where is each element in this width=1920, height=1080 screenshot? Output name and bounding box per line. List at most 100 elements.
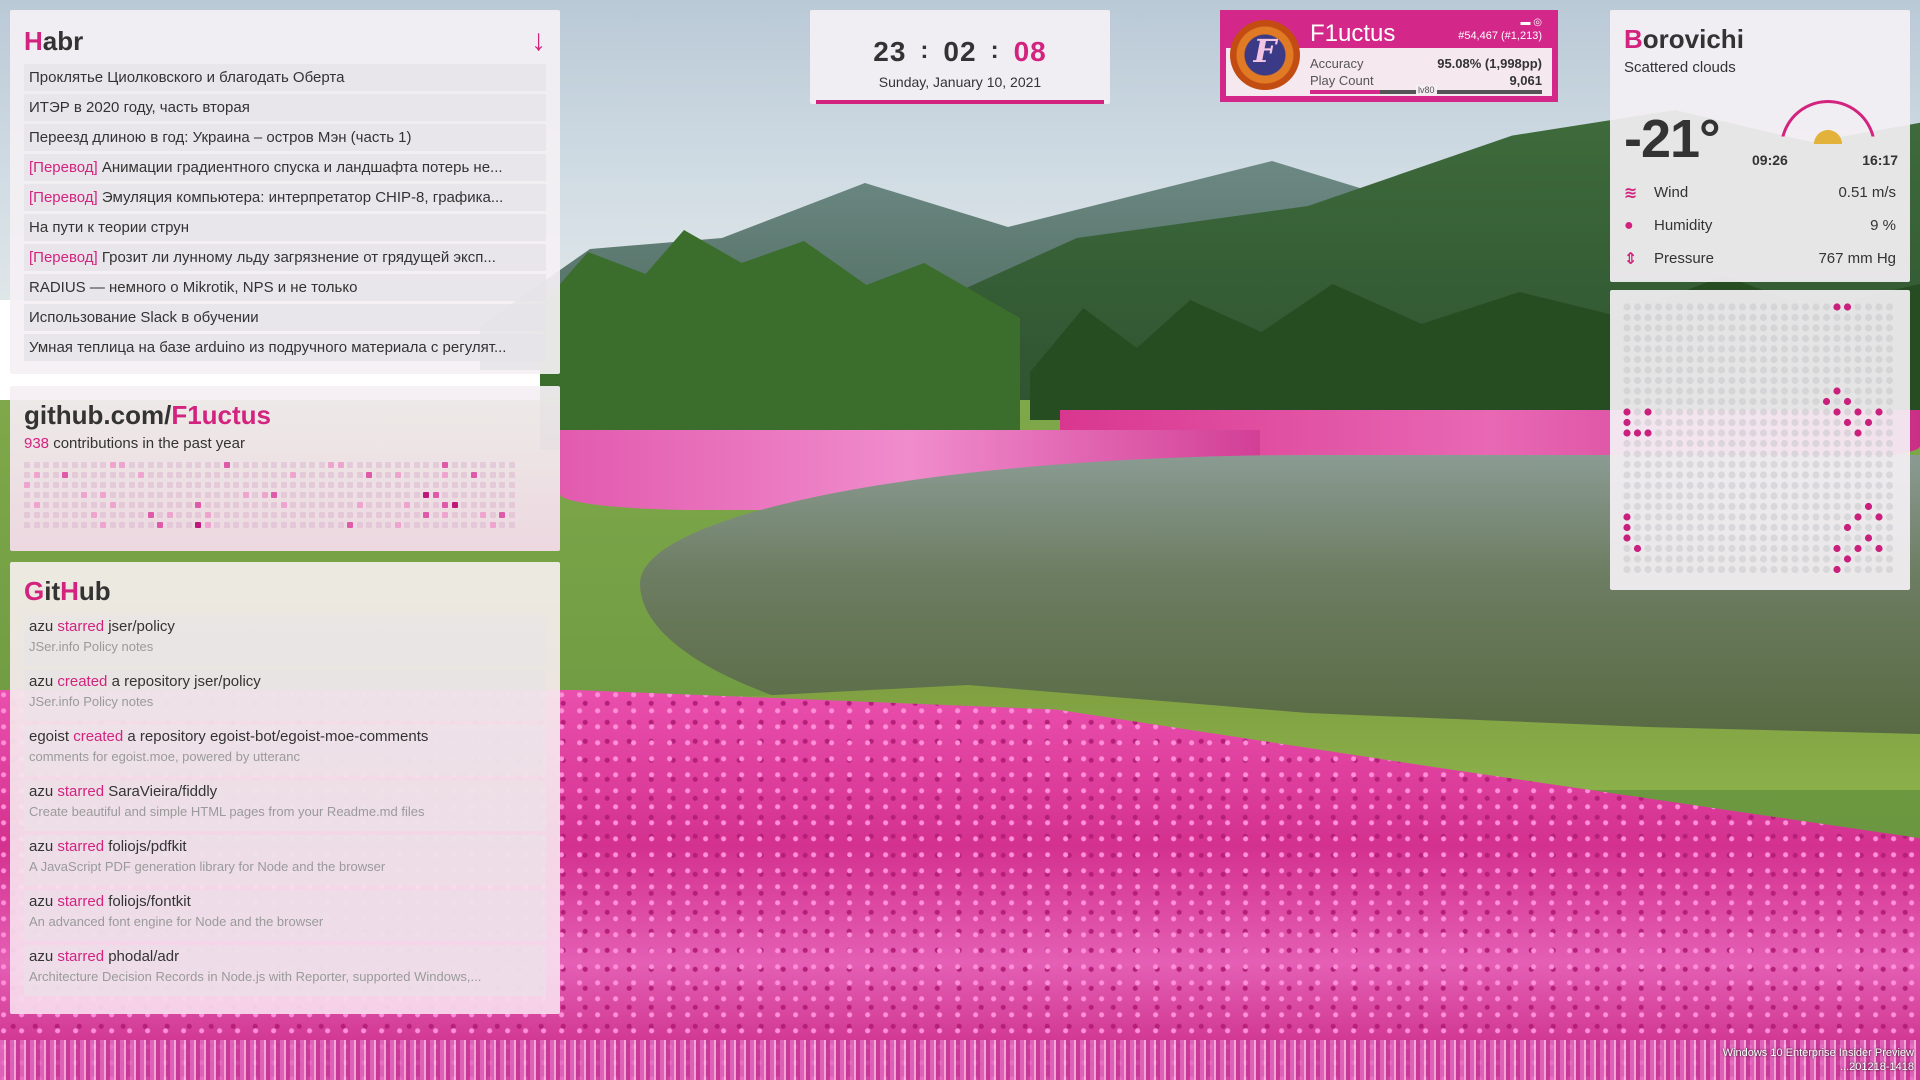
feed-action: starred: [57, 838, 105, 855]
contribution-cell: [404, 462, 410, 468]
contributions-suffix: contributions in the past year: [53, 435, 245, 452]
feed-event-item[interactable]: azu starred jser/policy JSer.info Policy …: [24, 615, 546, 666]
habr-article-item[interactable]: RADIUS — немного о Mikrotik, NPS и не то…: [24, 274, 546, 301]
matrix-dot: [1728, 481, 1736, 490]
matrix-dot: [1885, 534, 1894, 542]
habr-article-item[interactable]: [Перевод] Грозит ли лунному льду загрязн…: [24, 244, 546, 271]
matrix-dot: [1644, 324, 1652, 332]
matrix-dot: [1633, 376, 1642, 385]
matrix-dot: [1854, 513, 1862, 521]
matrix-dot: [1770, 523, 1778, 532]
matrix-dot: [1833, 429, 1841, 437]
contribution-cell: [280, 522, 287, 528]
contribution-cell: [470, 462, 477, 468]
matrix-dot: [1843, 544, 1852, 553]
matrix-dot: [1654, 555, 1663, 563]
habr-article-item[interactable]: [Перевод] Анимации градиентного спуска и…: [24, 154, 546, 181]
habr-article-item[interactable]: ИТЭР в 2020 году, часть вторая: [24, 94, 546, 121]
habr-article-item[interactable]: Переезд длиною в год: Украина – остров М…: [24, 124, 546, 151]
matrix-dot: [1864, 492, 1873, 500]
contribution-cell: [204, 492, 211, 498]
matrix-dot: [1686, 366, 1694, 374]
arrow-down-icon[interactable]: ↓: [531, 26, 546, 56]
weather-condition: Scattered clouds: [1624, 59, 1736, 76]
matrix-dot: [1854, 387, 1862, 395]
matrix-dot: [1780, 324, 1789, 332]
contribution-cell: [109, 462, 116, 468]
habr-article-item[interactable]: На пути к теории струн: [24, 214, 546, 241]
contribution-cell: [489, 462, 496, 468]
feed-event-item[interactable]: azu starred SaraVieira/fiddly Create beau…: [24, 780, 546, 831]
contribution-cell: [138, 512, 144, 518]
matrix-dot: [1801, 355, 1810, 364]
matrix-dot: [1812, 513, 1820, 521]
matrix-dot: [1644, 534, 1652, 542]
habr-article-item[interactable]: [Перевод] Эмуляция компьютера: интерпрет…: [24, 184, 546, 211]
feed-user: azu: [29, 618, 54, 635]
matrix-dot: [1759, 513, 1768, 521]
clock-separator: :: [990, 37, 1000, 64]
feed-event-item[interactable]: azu starred phodal/adr Architecture Decis…: [24, 945, 546, 996]
feed-event-item[interactable]: egoist created a repository egoist-bot/e…: [24, 725, 546, 776]
matrix-dot: [1791, 460, 1799, 469]
feed-event-line: azu starred foliojs/pdfkit: [29, 838, 541, 855]
contribution-cell: [328, 462, 334, 468]
matrix-dot: [1812, 471, 1820, 479]
matrix-dot: [1749, 376, 1757, 385]
matrix-dot: [1749, 492, 1757, 500]
feed-event-item[interactable]: azu starred foliojs/pdfkit A JavaScript P…: [24, 835, 546, 886]
article-title: ИТЭР в 2020 году, часть вторая: [29, 99, 250, 116]
matrix-dot: [1864, 534, 1873, 542]
contribution-cell: [100, 482, 106, 488]
contribution-cell: [195, 482, 201, 488]
contribution-cell: [214, 502, 220, 508]
matrix-dot: [1833, 565, 1841, 574]
contribution-cell: [385, 512, 391, 518]
contribution-cell: [100, 502, 106, 508]
habr-article-item[interactable]: Использование Slack в обучении: [24, 304, 546, 331]
matrix-dot: [1854, 544, 1862, 553]
matrix-dot: [1812, 397, 1820, 406]
contribution-cell: [252, 482, 258, 488]
matrix-dot: [1791, 439, 1799, 448]
feed-user: azu: [29, 948, 54, 965]
osu-level-label: lv80: [1416, 85, 1437, 95]
matrix-dot: [1843, 450, 1852, 458]
contribution-cell: [195, 492, 201, 498]
matrix-dot: [1696, 418, 1705, 427]
contribution-cell: [271, 522, 277, 528]
matrix-dot: [1644, 471, 1652, 479]
matrix-dot: [1801, 418, 1810, 427]
habr-article-item[interactable]: Умная теплица на базе arduino из подручн…: [24, 334, 546, 361]
contribution-cell: [280, 482, 287, 488]
github-contributions-widget: github.com/F1uctus 938 contributions in …: [10, 386, 560, 551]
feed-event-item[interactable]: azu created a repository jser/policy JSer…: [24, 670, 546, 721]
matrix-dot: [1864, 334, 1873, 343]
github-feed-title: GitHub: [24, 576, 546, 607]
matrix-dot: [1644, 502, 1652, 511]
contribution-cell: [375, 502, 382, 508]
matrix-dot: [1822, 418, 1831, 427]
matrix-dot: [1696, 387, 1705, 395]
habr-article-item[interactable]: Проклятье Циолковского и благодать Оберт…: [24, 64, 546, 91]
contribution-cell: [24, 492, 30, 498]
feed-event-item[interactable]: azu starred foliojs/fontkit An advanced f…: [24, 890, 546, 941]
matrix-dot: [1780, 460, 1789, 469]
contributions-title[interactable]: github.com/F1uctus: [24, 400, 546, 431]
matrix-dot: [1864, 324, 1873, 332]
matrix-dot: [1633, 471, 1642, 479]
clock-hours: 23: [873, 36, 907, 67]
matrix-dot: [1801, 492, 1810, 500]
matrix-dot: [1885, 460, 1894, 469]
matrix-dot: [1885, 450, 1894, 458]
contribution-cell: [100, 462, 106, 468]
matrix-dot: [1822, 334, 1831, 343]
habr-title-first: H: [24, 25, 43, 56]
contribution-cell: [71, 522, 78, 528]
matrix-dot: [1654, 408, 1663, 416]
matrix-dot: [1665, 523, 1673, 532]
contribution-cell: [404, 502, 410, 508]
osu-profile-widget[interactable]: F F1uctus ▬ ◎ #54,467 (#1,213) Accuracy …: [1220, 10, 1558, 102]
matrix-dot: [1633, 355, 1642, 364]
article-title: Умная теплица на базе arduino из подручн…: [29, 339, 507, 356]
